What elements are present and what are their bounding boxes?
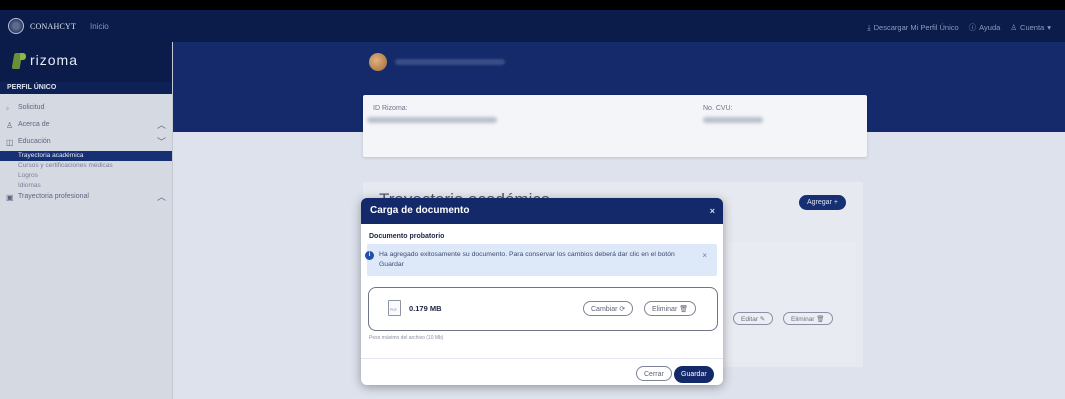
trash-icon: 🗑 — [679, 306, 689, 313]
caret-down-icon: ▾ — [1047, 23, 1051, 32]
download-icon: ⤓ — [867, 22, 871, 32]
blurred-user-name — [395, 59, 505, 65]
rizoma-wordmark: rizoma — [30, 52, 79, 68]
sidebar-item-label: Educación — [18, 138, 51, 145]
conahcyt-seal-icon — [8, 18, 24, 34]
rizoma-mark-leaf-icon — [20, 53, 26, 60]
remove-file-button[interactable]: Eliminar 🗑 — [644, 301, 697, 316]
delete-record-button[interactable]: Eliminar 🗑 — [783, 312, 833, 325]
sidebar-subitem-cursos[interactable]: Cursos y certificaciones médicas — [0, 161, 172, 171]
download-profile-link[interactable]: ⤓ Descargar Mi Perfil Único — [867, 23, 958, 33]
info-icon: i — [365, 251, 374, 260]
modal-title: Carga de documento — [370, 205, 470, 216]
id-badge-icon: ▣ — [6, 193, 14, 202]
change-file-button[interactable]: Cambiar ⟳ — [583, 301, 634, 316]
pencil-icon: ✎ — [759, 316, 766, 323]
sidebar-item-label: Trayectoria profesional — [18, 193, 89, 200]
sidebar-item-acerca-de[interactable]: ♙ Acerca de ︿ — [0, 119, 172, 131]
sidebar-subitem-trayectoria-academica[interactable]: Trayectoria académica — [0, 151, 172, 161]
success-alert: i Ha agregado exitosamente su documento.… — [365, 244, 717, 276]
sidebar-item-solicitud[interactable]: ◦ Solicitud — [0, 102, 172, 114]
account-label: Cuenta — [1020, 23, 1045, 32]
refresh-icon: ⟳ — [619, 306, 626, 313]
user-icon: ♙ — [1010, 23, 1018, 32]
help-label: Ayuda — [979, 23, 1001, 32]
download-profile-label: Descargar Mi Perfil Único — [873, 23, 959, 32]
alert-message: Ha agregado exitosamente su documento. P… — [379, 251, 675, 268]
modal-header: Carga de documento × — [361, 198, 723, 224]
edit-button[interactable]: Editar ✎ — [733, 312, 774, 325]
alert-close-icon[interactable]: × — [702, 251, 707, 260]
cancel-button[interactable]: Cerrar — [636, 366, 672, 381]
id-rizoma-label: ID Rizoma: — [373, 105, 408, 112]
max-size-hint: Peso máximo del archivo (10 Mb) — [369, 335, 444, 341]
top-bar: CONAHCYT Inicio ⤓ Descargar Mi Perfil Úni… — [0, 10, 1065, 42]
help-link[interactable]: ⓘ Ayuda — [969, 22, 1001, 33]
close-icon[interactable]: × — [710, 198, 715, 224]
sidebar: rizoma PERFIL ÚNICO ◦ Solicitud ♙ Acerca… — [0, 42, 173, 399]
add-button[interactable]: Agregar + — [799, 195, 846, 210]
sidebar-subitem-logros[interactable]: Logros — [0, 171, 172, 181]
inicio-link[interactable]: Inicio — [90, 22, 109, 31]
book-icon: ◫ — [6, 138, 14, 147]
save-button[interactable]: Guardar — [674, 366, 714, 383]
rizoma-logo[interactable]: rizoma — [0, 42, 172, 82]
sidebar-item-educacion[interactable]: ◫ Educación ﹀ — [0, 136, 172, 148]
change-label: Cambiar — [591, 306, 618, 313]
pdf-icon-label: PDF — [390, 308, 397, 312]
upload-document-modal: Carga de documento × Documento probatori… — [361, 198, 723, 385]
brand-name: CONAHCYT — [30, 21, 77, 31]
sidebar-subitem-idiomas[interactable]: Idiomas — [0, 181, 172, 191]
delete-label: Eliminar — [791, 316, 815, 323]
trash-icon: 🗑 — [816, 316, 825, 323]
chevron-up-icon: ︿ — [156, 192, 166, 202]
pdf-file-icon: PDF — [388, 300, 401, 316]
chevron-down-icon: ﹀ — [156, 137, 166, 147]
document-subtitle: Documento probatorio — [369, 233, 445, 240]
circle-icon: ◦ — [6, 104, 9, 113]
uploaded-file-box: PDF 0.179 MB Cambiar ⟳ Eliminar 🗑 — [368, 287, 718, 331]
app-frame: CONAHCYT Inicio ⤓ Descargar Mi Perfil Úni… — [0, 10, 1065, 399]
blurred-cvu-value — [703, 117, 763, 123]
remove-label: Eliminar — [652, 306, 678, 313]
cvu-label: No. CVU: — [703, 105, 733, 112]
brand-area: CONAHCYT Inicio — [8, 18, 109, 34]
blurred-id-value — [367, 117, 497, 123]
avatar — [369, 53, 387, 71]
sidebar-item-trayectoria-profesional[interactable]: ▣ Trayectoria profesional ︿ — [0, 191, 172, 203]
top-actions: ⤓ Descargar Mi Perfil Único ⓘ Ayuda ♙ Cuent… — [867, 22, 1051, 33]
modal-divider — [361, 358, 723, 359]
chevron-up-icon: ︿ — [156, 120, 166, 130]
user-icon: ♙ — [6, 121, 14, 130]
profile-id-card: ID Rizoma: No. CVU: — [363, 95, 867, 157]
help-icon: ⓘ — [968, 23, 977, 32]
sidebar-item-label: Acerca de — [18, 121, 50, 128]
profile-section-header: PERFIL ÚNICO — [0, 82, 172, 94]
file-size: 0.179 MB — [409, 304, 442, 313]
sidebar-item-label: Solicitud — [18, 104, 45, 111]
account-menu[interactable]: ♙ Cuenta ▾ — [1010, 23, 1051, 32]
edit-label: Editar — [741, 316, 758, 323]
